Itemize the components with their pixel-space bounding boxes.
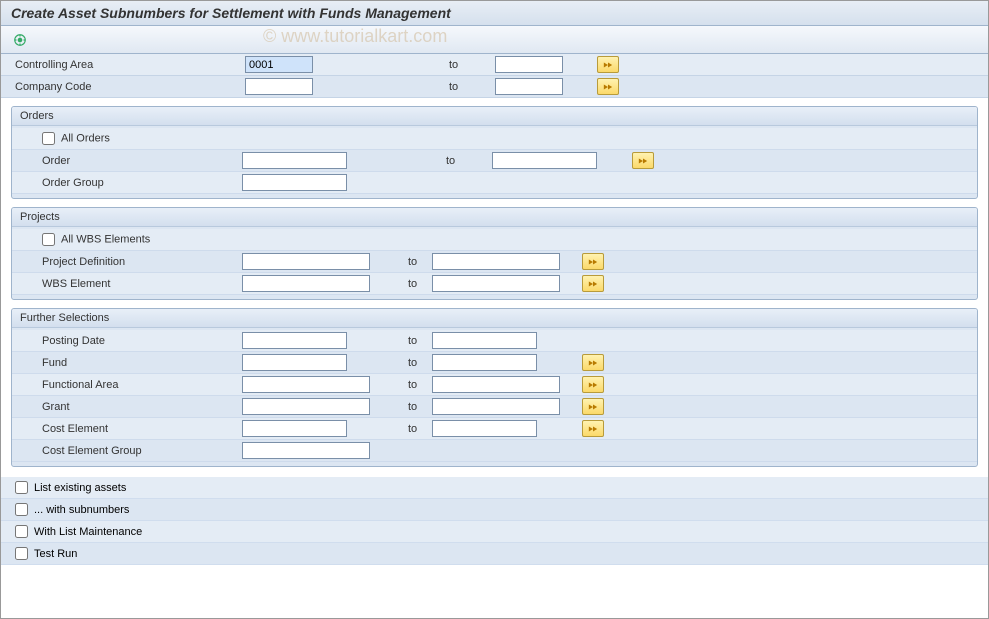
order-from-input[interactable] <box>242 152 347 169</box>
orders-group: Orders All Orders Order to Order Group <box>11 106 978 199</box>
to-label: to <box>402 357 432 369</box>
proj-def-row: Project Definition to <box>12 251 977 273</box>
func-area-label: Functional Area <box>26 379 242 391</box>
with-sub-row: ... with subnumbers <box>1 499 988 521</box>
further-group: Further Selections Posting Date to Fund … <box>11 308 978 467</box>
with-sub-label: ... with subnumbers <box>34 504 129 516</box>
order-group-input[interactable] <box>242 174 347 191</box>
multiple-selection-button[interactable] <box>582 376 604 393</box>
fund-to-input[interactable] <box>432 354 537 371</box>
multiple-selection-button[interactable] <box>632 152 654 169</box>
projects-group: Projects All WBS Elements Project Defini… <box>11 207 978 300</box>
all-orders-label: All Orders <box>61 132 110 144</box>
to-label: to <box>402 278 432 290</box>
proj-def-to-input[interactable] <box>432 253 560 270</box>
all-wbs-checkbox[interactable] <box>42 233 55 246</box>
wbs-to-input[interactable] <box>432 275 560 292</box>
grant-from-input[interactable] <box>242 398 370 415</box>
wbs-row: WBS Element to <box>12 273 977 295</box>
list-maint-checkbox[interactable] <box>15 525 28 538</box>
grant-label: Grant <box>26 401 242 413</box>
to-label: to <box>402 256 432 268</box>
wbs-label: WBS Element <box>26 278 242 290</box>
order-group-label: Order Group <box>26 177 242 189</box>
posting-date-to-input[interactable] <box>432 332 537 349</box>
grant-to-input[interactable] <box>432 398 560 415</box>
projects-title: Projects <box>12 208 977 227</box>
test-run-label: Test Run <box>34 548 77 560</box>
order-label: Order <box>26 155 242 167</box>
execute-icon[interactable] <box>11 31 29 49</box>
company-code-row: Company Code to <box>1 76 988 98</box>
to-label: to <box>425 81 495 93</box>
multiple-selection-button[interactable] <box>582 253 604 270</box>
multiple-selection-button[interactable] <box>582 354 604 371</box>
posting-date-from-input[interactable] <box>242 332 347 349</box>
func-area-to-input[interactable] <box>432 376 560 393</box>
controlling-area-to-input[interactable] <box>495 56 563 73</box>
controlling-area-label: Controlling Area <box>15 59 245 71</box>
cost-elem-group-label: Cost Element Group <box>26 445 242 457</box>
controlling-area-from-input[interactable] <box>245 56 313 73</box>
order-row: Order to <box>12 150 977 172</box>
fund-from-input[interactable] <box>242 354 347 371</box>
cost-elem-from-input[interactable] <box>242 420 347 437</box>
with-sub-checkbox[interactable] <box>15 503 28 516</box>
wbs-from-input[interactable] <box>242 275 370 292</box>
all-orders-checkbox[interactable] <box>42 132 55 145</box>
all-wbs-field: All WBS Elements <box>26 233 242 246</box>
to-label: to <box>402 401 432 413</box>
cost-elem-group-input[interactable] <box>242 442 370 459</box>
multiple-selection-button[interactable] <box>582 420 604 437</box>
cost-elem-row: Cost Element to <box>12 418 977 440</box>
multiple-selection-button[interactable] <box>597 78 619 95</box>
list-existing-row: List existing assets <box>1 477 988 499</box>
further-title: Further Selections <box>12 309 977 328</box>
multiple-selection-button[interactable] <box>597 56 619 73</box>
company-code-label: Company Code <box>15 81 245 93</box>
options-block: List existing assets ... with subnumbers… <box>1 477 988 565</box>
page-title: Create Asset Subnumbers for Settlement w… <box>1 1 988 26</box>
test-run-row: Test Run <box>1 543 988 565</box>
test-run-checkbox[interactable] <box>15 547 28 560</box>
all-wbs-row: All WBS Elements <box>12 229 977 251</box>
proj-def-from-input[interactable] <box>242 253 370 270</box>
fund-row: Fund to <box>12 352 977 374</box>
to-label: to <box>422 155 492 167</box>
controlling-area-row: Controlling Area to <box>1 54 988 76</box>
list-existing-label: List existing assets <box>34 482 126 494</box>
all-orders-field: All Orders <box>26 132 242 145</box>
posting-date-label: Posting Date <box>26 335 242 347</box>
cost-elem-group-row: Cost Element Group <box>12 440 977 462</box>
to-label: to <box>402 423 432 435</box>
company-code-to-input[interactable] <box>495 78 563 95</box>
toolbar <box>1 26 988 54</box>
company-code-from-input[interactable] <box>245 78 313 95</box>
posting-date-row: Posting Date to <box>12 330 977 352</box>
list-existing-checkbox[interactable] <box>15 481 28 494</box>
grant-row: Grant to <box>12 396 977 418</box>
order-group-row: Order Group <box>12 172 977 194</box>
all-wbs-label: All WBS Elements <box>61 233 150 245</box>
content-area: Controlling Area to Company Code to Orde… <box>1 54 988 565</box>
all-orders-row: All Orders <box>12 128 977 150</box>
multiple-selection-button[interactable] <box>582 275 604 292</box>
to-label: to <box>402 379 432 391</box>
cost-elem-label: Cost Element <box>26 423 242 435</box>
proj-def-label: Project Definition <box>26 256 242 268</box>
list-maint-label: With List Maintenance <box>34 526 142 538</box>
func-area-from-input[interactable] <box>242 376 370 393</box>
func-area-row: Functional Area to <box>12 374 977 396</box>
fund-label: Fund <box>26 357 242 369</box>
multiple-selection-button[interactable] <box>582 398 604 415</box>
cost-elem-to-input[interactable] <box>432 420 537 437</box>
orders-title: Orders <box>12 107 977 126</box>
to-label: to <box>402 335 432 347</box>
to-label: to <box>425 59 495 71</box>
order-to-input[interactable] <box>492 152 597 169</box>
list-maint-row: With List Maintenance <box>1 521 988 543</box>
